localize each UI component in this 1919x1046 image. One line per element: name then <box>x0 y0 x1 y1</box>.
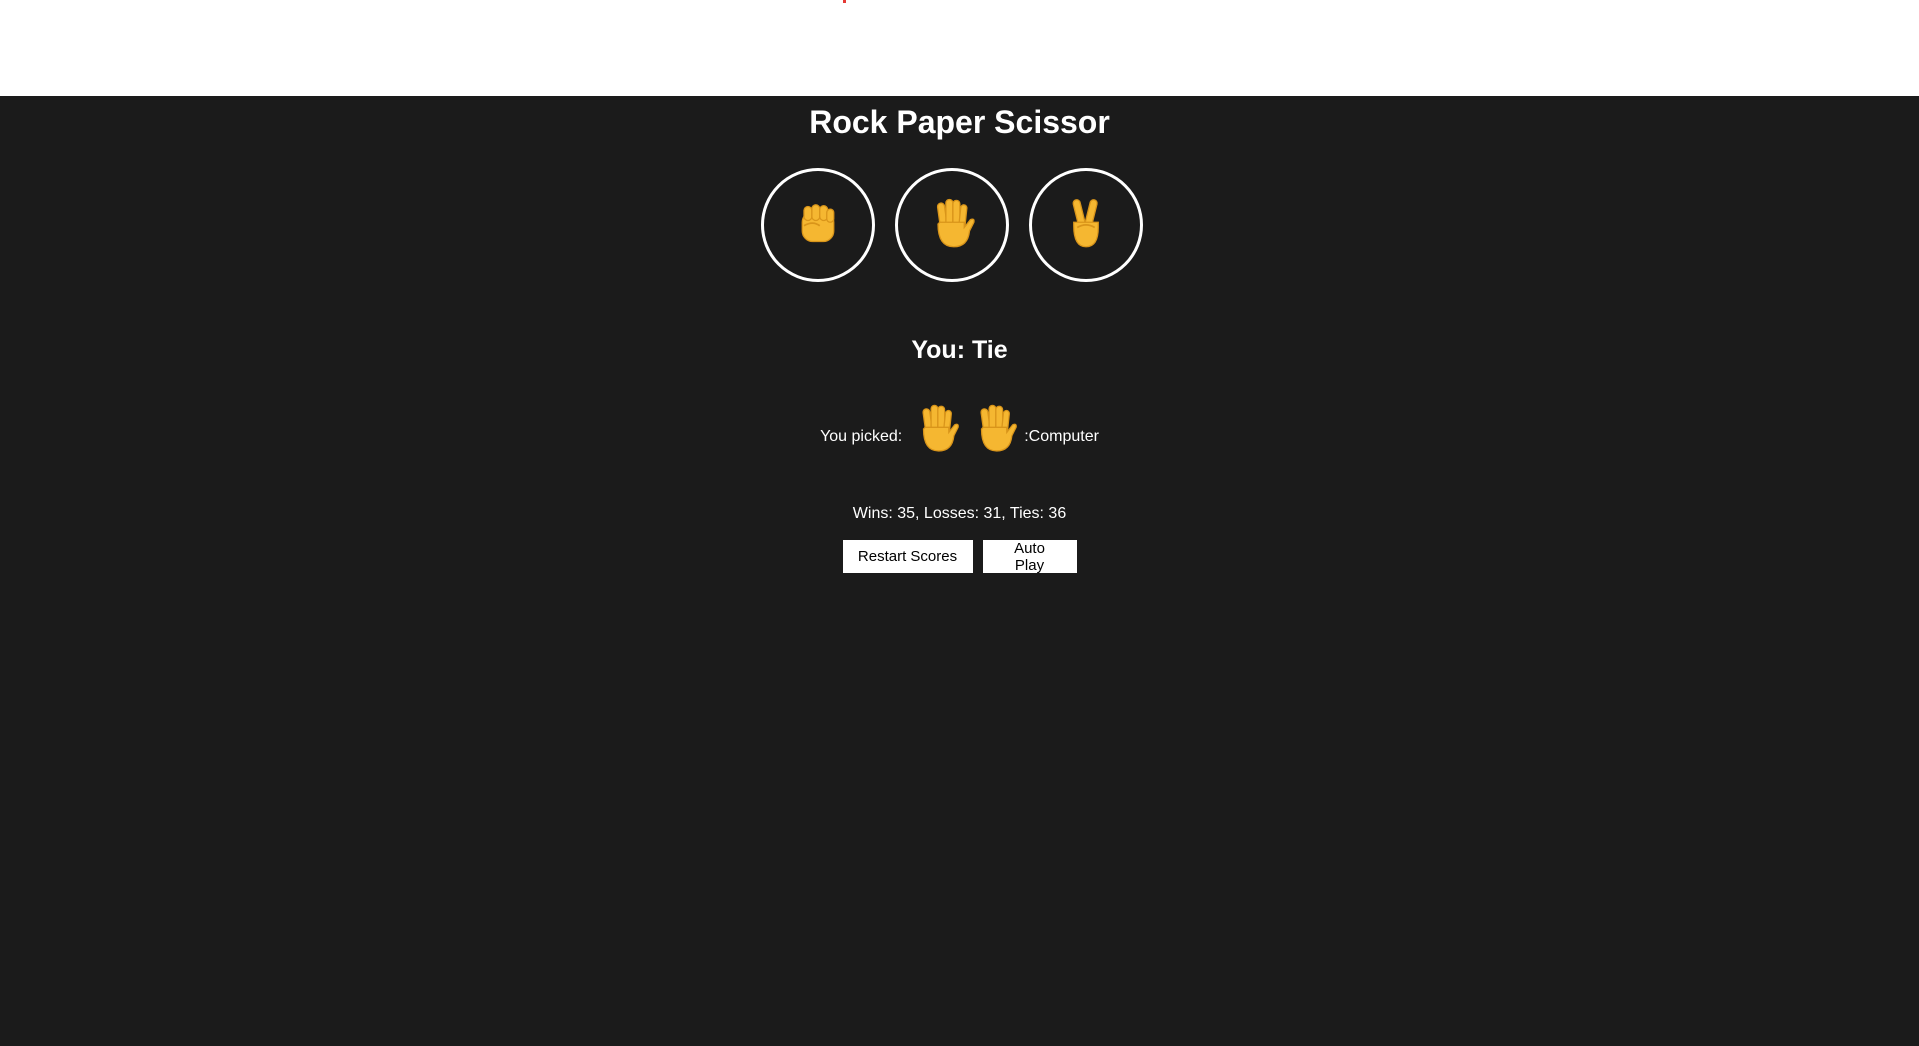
top-bar <box>0 0 1919 96</box>
game-area: Rock Paper Scissor You: Tie You picked: … <box>0 96 1919 1046</box>
page-title: Rock Paper Scissor <box>809 104 1110 140</box>
restart-scores-button[interactable]: Restart Scores <box>842 540 973 573</box>
fist-icon <box>790 196 846 255</box>
victory-hand-icon <box>1058 196 1114 255</box>
controls: Restart Scores Auto Play <box>0 540 1919 574</box>
raised-hand-icon <box>924 196 980 255</box>
raised-hand-icon <box>968 402 1022 456</box>
moves-display: You picked::Computer <box>0 386 1919 456</box>
computer-label: :Computer <box>1024 428 1099 445</box>
raised-hand-icon <box>910 402 964 456</box>
scissors-button[interactable] <box>1029 168 1143 282</box>
rock-button[interactable] <box>761 168 875 282</box>
move-buttons <box>761 168 1151 288</box>
red-dot-mark <box>843 0 846 3</box>
score-text: Wins: 35, Losses: 31, Ties: 36 <box>852 505 1067 522</box>
auto-play-button[interactable]: Auto Play <box>982 540 1077 574</box>
you-picked-label: You picked: <box>820 428 903 445</box>
result-text: You: Tie <box>911 336 1008 364</box>
paper-button[interactable] <box>895 168 1009 282</box>
